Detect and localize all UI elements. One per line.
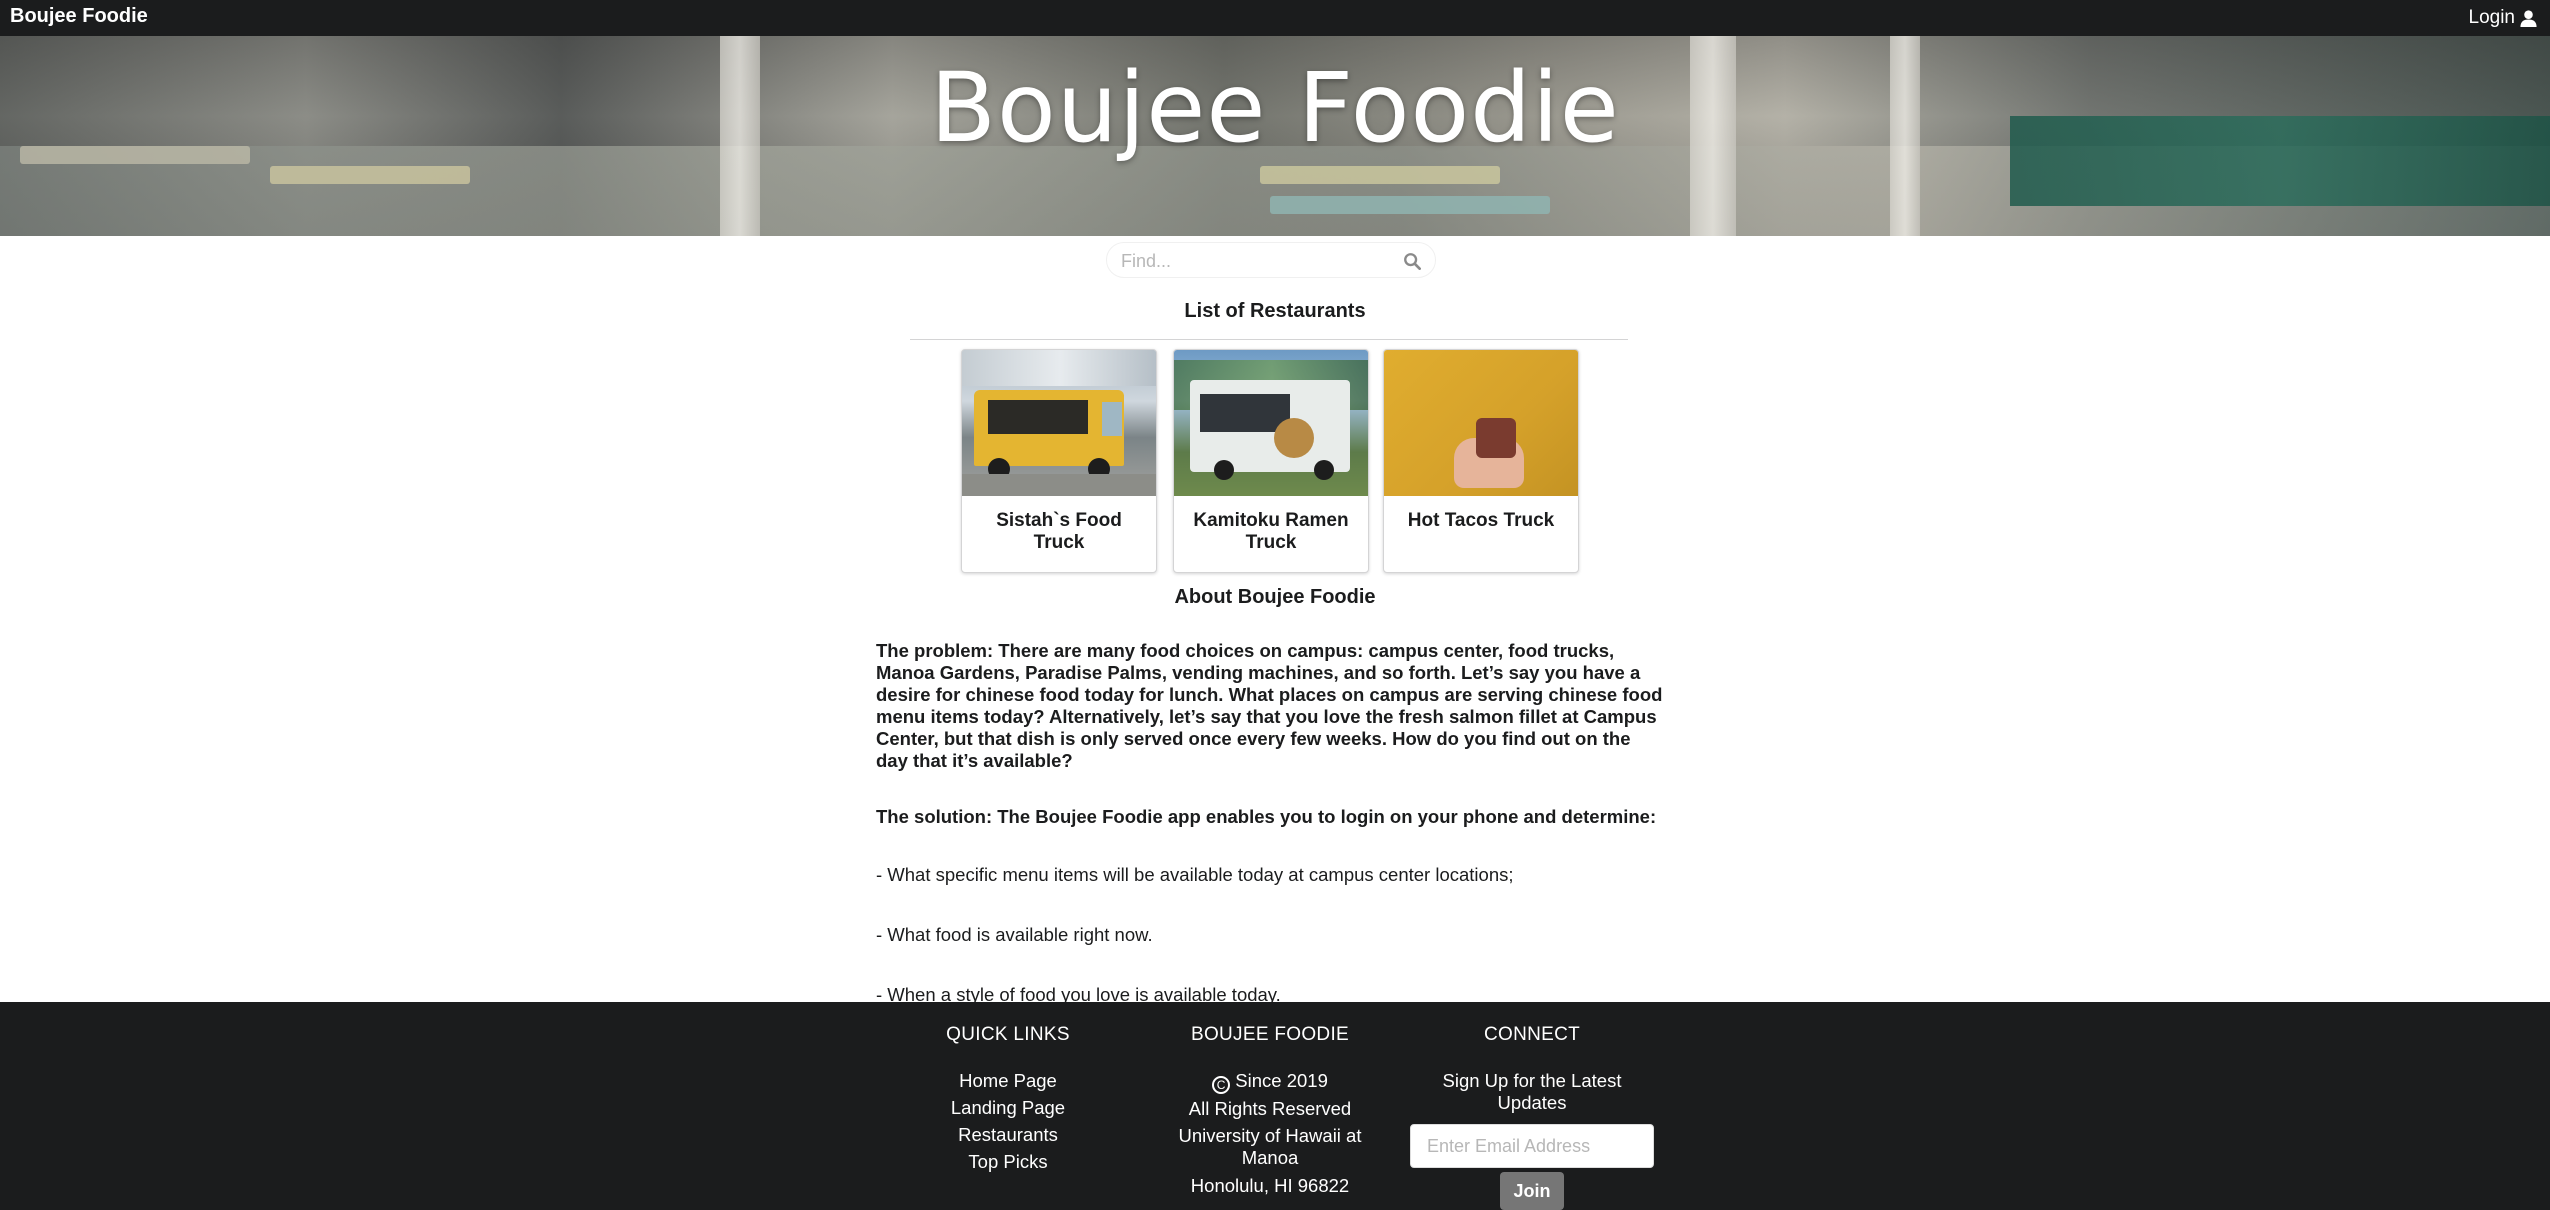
restaurant-card[interactable]: Kamitoku Ramen Truck <box>1173 349 1369 573</box>
footer: QUICK LINKS Home Page Landing Page Resta… <box>0 1002 2550 1210</box>
divider <box>910 339 1628 340</box>
since-text: Since 2019 <box>1235 1070 1328 1091</box>
solution-text: The solution: The Boujee Foodie app enab… <box>876 806 1657 827</box>
restaurant-name: Hot Tacos Truck <box>1407 510 1555 531</box>
email-field-wrapper <box>1410 1124 1654 1168</box>
restaurants-heading: List of Restaurants <box>1184 300 1366 322</box>
login-label: Login <box>2468 7 2516 28</box>
footer-connect: CONNECT Sign Up for the Latest Updates J… <box>1410 1024 1654 1210</box>
restaurant-card[interactable]: Hot Tacos Truck <box>1383 349 1579 573</box>
hero-table <box>1260 166 1500 184</box>
footer-link[interactable]: Restaurants <box>906 1124 1110 1146</box>
top-menu-bar: Boujee Foodie Login <box>0 0 2550 36</box>
copyright-icon: C <box>1212 1076 1231 1094</box>
search-icon[interactable] <box>1403 252 1421 270</box>
footer-heading: BOUJEE FOODIE <box>1190 1024 1350 1045</box>
footer-about: BOUJEE FOODIE C Since 2019 All Rights Re… <box>1160 1024 1380 1197</box>
about-heading: About Boujee Foodie <box>1174 586 1376 608</box>
footer-heading: CONNECT <box>1483 1024 1581 1045</box>
footer-link[interactable]: Home Page <box>906 1070 1110 1092</box>
restaurant-name: Kamitoku Ramen Truck <box>1193 510 1349 553</box>
hero-title: Boujee Foodie <box>930 52 1620 164</box>
footer-quick-links: QUICK LINKS Home Page Landing Page Resta… <box>906 1024 1110 1178</box>
footer-link[interactable]: Top Picks <box>906 1151 1110 1173</box>
university-text: University of Hawaii at Manoa <box>1178 1125 1362 1168</box>
brand-link[interactable]: Boujee Foodie <box>10 5 148 28</box>
join-button[interactable]: Join <box>1500 1172 1564 1210</box>
signup-text: Sign Up for the Latest Updates <box>1442 1070 1622 1113</box>
user-icon <box>2520 9 2537 27</box>
search-input[interactable] <box>1121 249 1381 273</box>
hero-table <box>270 166 470 184</box>
restaurant-image <box>962 350 1156 496</box>
address-text: Honolulu, HI 96822 <box>1190 1175 1350 1196</box>
bullet-item: - What specific menu items will be avail… <box>876 864 1514 885</box>
problem-text: The problem: There are many food choices… <box>876 640 1663 771</box>
hero-banner: Boujee Foodie <box>0 36 2550 236</box>
restaurant-name: Sistah`s Food Truck <box>996 510 1122 553</box>
email-field[interactable] <box>1411 1125 1653 1167</box>
hero-table <box>1270 196 1550 214</box>
bullet-item: - What food is available right now. <box>876 924 1153 945</box>
footer-heading: QUICK LINKS <box>946 1024 1070 1045</box>
rights-text: All Rights Reserved <box>1188 1098 1352 1119</box>
search-box <box>1106 242 1436 278</box>
footer-link[interactable]: Landing Page <box>906 1097 1110 1119</box>
restaurant-card[interactable]: Sistah`s Food Truck <box>961 349 1157 573</box>
restaurant-image <box>1174 350 1368 496</box>
restaurant-image <box>1384 350 1578 496</box>
login-dropdown[interactable]: Login <box>2469 7 2539 29</box>
about-section: The problem: There are many food choices… <box>876 640 1666 1040</box>
